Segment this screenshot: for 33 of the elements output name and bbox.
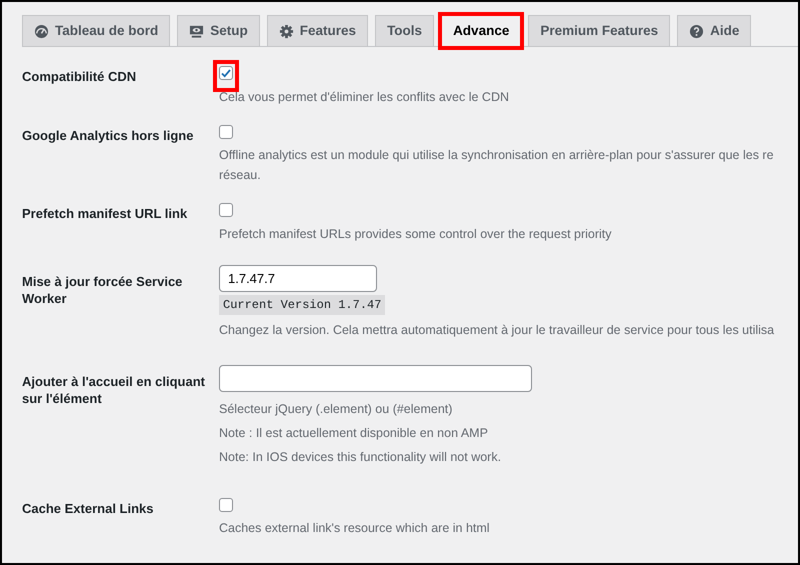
checkbox[interactable]: [219, 498, 233, 512]
monitor-icon: [189, 24, 204, 38]
help-icon: [689, 24, 704, 38]
setting-label: Prefetch manifest URL link: [22, 205, 188, 223]
description-text: Offline analytics est un module qui utilise la synchronisation en arrière-plan pour s'assurer que les re: [219, 148, 774, 162]
checkbox[interactable]: [219, 124, 233, 138]
setting-label: Cache External Links: [22, 500, 154, 518]
setting-label: Compatibilité CDN: [22, 68, 138, 86]
version-code: Current Version 1.7.47: [219, 294, 386, 314]
tab[interactable]: Tools: [375, 15, 434, 46]
description-text: Caches external link's resource which are in html: [219, 521, 490, 535]
description-text: Changez la version. Cela mettra automatiquement à jour le travailleur de service pour tous les utilisa: [219, 322, 774, 336]
tab[interactable]: Advance: [441, 15, 522, 47]
tab[interactable]: Tableau de bord: [22, 15, 170, 46]
setting-label: Mise à jour forcée Service Worker: [22, 272, 184, 308]
description-text: Note : Il est actuellement disponible en non AMP: [219, 426, 488, 440]
description-text: Note: In IOS devices this functionality will not work.: [219, 450, 502, 464]
text-field[interactable]: [219, 364, 532, 392]
checkbox[interactable]: [219, 66, 233, 80]
description-text: Cela vous permet d'éliminer les conflits avec le CDN: [219, 90, 509, 104]
tab[interactable]: Premium Features: [528, 15, 670, 46]
tab[interactable]: Aide: [677, 15, 752, 46]
setting-label: Google Analytics hors ligne: [22, 126, 194, 145]
tab[interactable]: Features: [266, 15, 368, 46]
checkbox[interactable]: [219, 203, 233, 217]
setting-label: Ajouter à l'accueil en cliquant sur l'élément: [22, 372, 206, 408]
settings-icon: [278, 24, 294, 38]
description-text: Sélecteur jQuery (.element) ou (#element): [219, 402, 452, 416]
description-text: Prefetch manifest URLs provides some control over the request priority: [219, 226, 612, 240]
text-field[interactable]: 1.7.47.7: [219, 264, 377, 292]
description-text: réseau.: [219, 168, 261, 182]
gauge-icon: [34, 24, 49, 38]
tab[interactable]: Setup: [177, 15, 260, 46]
